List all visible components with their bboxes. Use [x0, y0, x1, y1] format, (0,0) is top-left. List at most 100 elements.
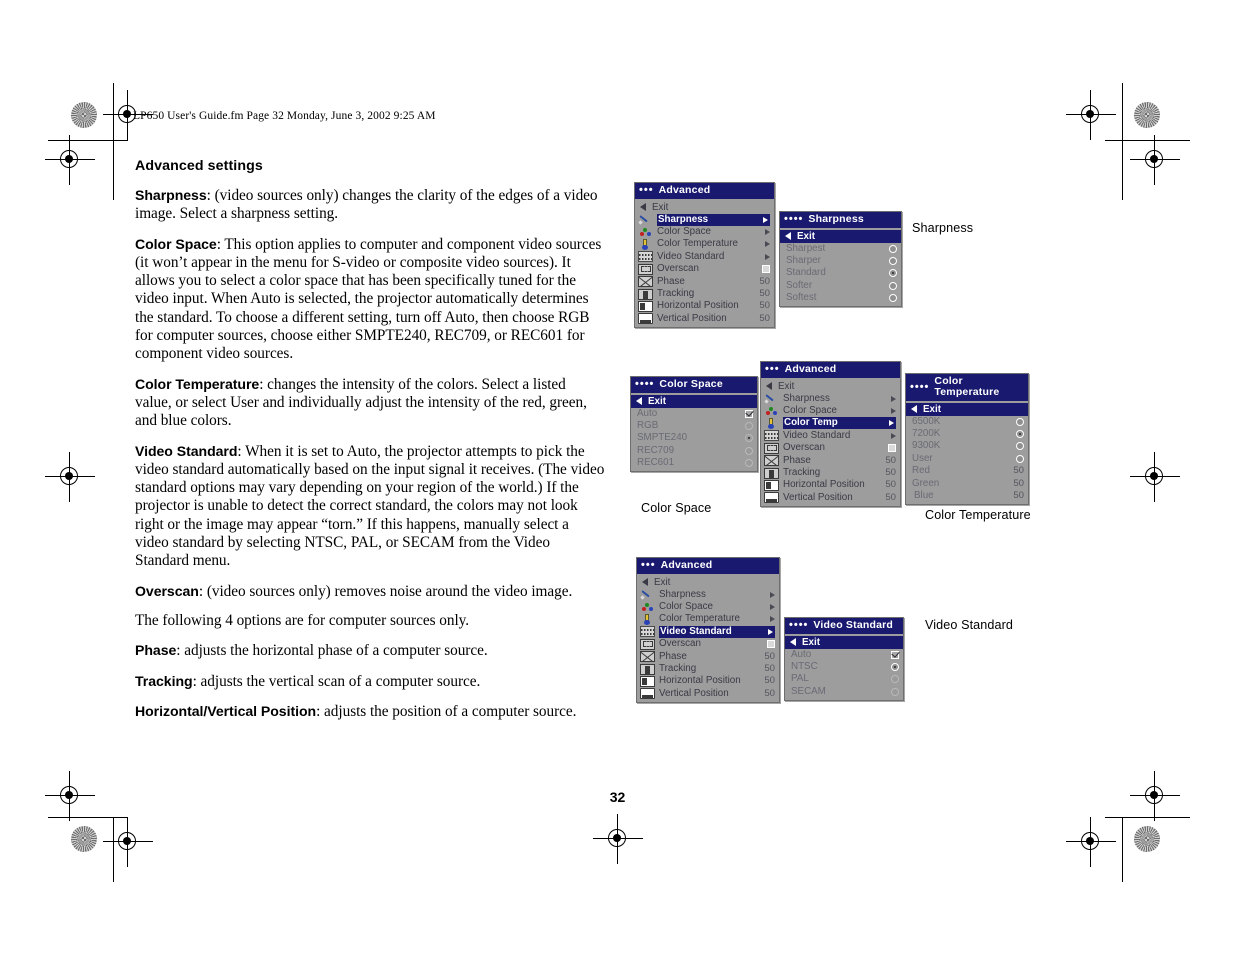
advanced-middle-exit-row[interactable]: Exit [761, 380, 900, 393]
video-standard-radio-pal[interactable] [891, 675, 899, 684]
video-standard-auto-checkbox[interactable] [891, 650, 899, 659]
color-temperature-option-user[interactable]: User [906, 453, 1028, 465]
advanced-middle-item-horizontal-position[interactable]: Horizontal Position 50 [761, 479, 900, 491]
text-hv-position: : adjusts the position of a computer sou… [316, 702, 577, 720]
color-space-menu[interactable]: •••• Color Space Exit Auto RGB SMPTE240 … [630, 376, 758, 473]
overscan-checkbox[interactable] [888, 444, 896, 453]
color-space-radio-smpte240[interactable] [745, 434, 753, 443]
advanced-middle-item-color-temp[interactable]: Color Temp [761, 417, 900, 430]
color-space-radio-rec709[interactable] [745, 446, 753, 455]
color-temperature-radio-9300k[interactable] [1016, 442, 1024, 451]
sharpness-option-sharpest[interactable]: Sharpest [780, 243, 901, 255]
sharpness-radio-softer[interactable] [889, 281, 897, 290]
advanced-top-item-overscan[interactable]: Overscan [635, 263, 774, 275]
advanced-middle-item-phase[interactable]: Phase 50 [761, 454, 900, 467]
color-temperature-option-7200k[interactable]: 7200K [906, 428, 1028, 440]
color-temperature-slider-green[interactable]: Green 50 [906, 477, 1028, 489]
color-space-option-rec709[interactable]: REC709 [631, 445, 757, 457]
color-space-radio-rec601[interactable] [745, 459, 753, 468]
advanced-menu-bottom[interactable]: ••• Advanced Exit Sharpness Color Space … [636, 557, 780, 704]
advanced-bottom-item-vertical-position[interactable]: Vertical Position 50 [637, 688, 779, 700]
sharpness-radio-softest[interactable] [889, 294, 897, 303]
advanced-middle-item-color-space[interactable]: Color Space [761, 405, 900, 417]
color-temperature-slider-blue[interactable]: Blue 50 [906, 490, 1028, 502]
video-standard-exit-row[interactable]: Exit [785, 636, 903, 649]
advanced-bottom-item-tracking[interactable]: Tracking 50 [637, 663, 779, 675]
color-space-radio-rgb[interactable] [745, 422, 753, 431]
advanced-top-item-color-temperature[interactable]: Color Temperature [635, 238, 774, 250]
advanced-bottom-item-video-standard[interactable]: Video Standard [637, 625, 779, 638]
color-temperature-radio-user[interactable] [1016, 454, 1024, 463]
sharpness-option-softest[interactable]: Softest [780, 292, 901, 304]
sharpness-radio-sharpest[interactable] [889, 244, 897, 253]
submenu-arrow-icon [770, 591, 775, 598]
color-temperature-radio-6500k[interactable] [1016, 417, 1024, 426]
advanced-top-item-video-standard[interactable]: Video Standard [635, 251, 774, 263]
advanced-top-exit-row[interactable]: Exit [635, 201, 774, 214]
color-space-option-auto[interactable]: Auto [631, 408, 757, 420]
text-video-standard: : When it is set to Auto, the projector … [135, 442, 605, 570]
sharpness-option-sharper[interactable]: Sharper [780, 255, 901, 267]
color-space-auto-checkbox[interactable] [745, 409, 753, 418]
color-space-exit-row[interactable]: Exit [631, 395, 757, 408]
advanced-bottom-item-phase[interactable]: Phase 50 [637, 650, 779, 663]
advanced-menu-middle[interactable]: ••• Advanced Exit Sharpness Color Space … [760, 361, 901, 508]
color-space-option-rec601-label: REC601 [637, 457, 675, 469]
video-standard-option-secam[interactable]: SECAM [785, 686, 903, 698]
color-temperature-menu[interactable]: •••• Color Temperature Exit 6500K 7200K … [905, 373, 1029, 506]
overscan-checkbox[interactable] [762, 265, 770, 274]
advanced-middle-item-video-standard[interactable]: Video Standard [761, 430, 900, 442]
sharpness-option-standard[interactable]: Standard [780, 267, 901, 279]
registration-mark-right-middle [1130, 452, 1180, 502]
video-standard-radio-ntsc[interactable] [891, 663, 899, 672]
advanced-bottom-item-horizontal-position[interactable]: Horizontal Position 50 [637, 675, 779, 687]
color-temperature-option-6500k[interactable]: 6500K [906, 416, 1028, 428]
advanced-bottom-item-overscan[interactable]: Overscan [637, 638, 779, 650]
advanced-middle-vertical-position-label: Vertical Position [783, 491, 853, 503]
sharpness-option-softer[interactable]: Softer [780, 280, 901, 292]
advanced-top-item-color-space[interactable]: Color Space [635, 226, 774, 238]
sharpness-radio-standard[interactable] [889, 269, 897, 278]
color-temperature-radio-7200k[interactable] [1016, 430, 1024, 439]
registration-mark-bottom-center-right [1066, 817, 1116, 867]
top-left-rule [48, 140, 128, 141]
sharpness-menu[interactable]: •••• Sharpness Exit Sharpest Sharper Sta… [779, 211, 902, 308]
advanced-bottom-item-color-space[interactable]: Color Space [637, 601, 779, 613]
video-standard-menu[interactable]: •••• Video Standard Exit Auto NTSC PAL S… [784, 617, 904, 702]
color-temperature-option-9300k[interactable]: 9300K [906, 440, 1028, 452]
advanced-menu-top[interactable]: ••• Advanced Exit Sharpness Color Space … [634, 182, 775, 329]
color-temperature-slider-red[interactable]: Red 50 [906, 465, 1028, 477]
sharpness-exit-row[interactable]: Exit [780, 230, 901, 243]
advanced-top-item-sharpness[interactable]: Sharpness [635, 213, 774, 226]
advanced-bottom-item-color-temperature[interactable]: Color Temperature [637, 613, 779, 625]
advanced-top-item-tracking[interactable]: Tracking 50 [635, 288, 774, 300]
color-space-option-smpte240[interactable]: SMPTE240 [631, 432, 757, 444]
video-standard-option-ntsc[interactable]: NTSC [785, 661, 903, 673]
sharpness-exit-label: Exit [797, 230, 815, 242]
color-temperature-green-value: 50 [1013, 477, 1024, 489]
video-standard-option-auto[interactable]: Auto [785, 649, 903, 661]
video-standard-exit-label: Exit [802, 636, 820, 648]
advanced-bottom-item-sharpness[interactable]: Sharpness [637, 589, 779, 601]
sharpness-menu-titlebar: •••• Sharpness [780, 212, 901, 228]
color-temperature-option-6500k-label: 6500K [912, 415, 941, 427]
advanced-top-item-phase[interactable]: Phase 50 [635, 275, 774, 288]
advanced-top-item-vertical-position[interactable]: Vertical Position 50 [635, 313, 774, 325]
overscan-checkbox[interactable] [767, 640, 775, 649]
advanced-middle-item-overscan[interactable]: Overscan [761, 442, 900, 454]
advanced-middle-item-tracking[interactable]: Tracking 50 [761, 467, 900, 479]
advanced-bottom-exit-row[interactable]: Exit [637, 576, 779, 589]
color-temperature-exit-row[interactable]: Exit [906, 403, 1028, 416]
video-standard-option-pal[interactable]: PAL [785, 673, 903, 685]
sharpness-radio-sharper[interactable] [889, 257, 897, 266]
h-position-icon [764, 479, 779, 491]
advanced-middle-item-vertical-position[interactable]: Vertical Position 50 [761, 492, 900, 504]
advanced-middle-item-sharpness[interactable]: Sharpness [761, 393, 900, 405]
advanced-bottom-vertical-position-value: 50 [764, 687, 775, 699]
advanced-top-item-horizontal-position[interactable]: Horizontal Position 50 [635, 300, 774, 312]
color-space-option-rgb[interactable]: RGB [631, 420, 757, 432]
tracking-icon [638, 288, 653, 300]
advanced-bottom-overscan-label: Overscan [659, 638, 701, 650]
video-standard-radio-secam[interactable] [891, 687, 899, 696]
color-space-option-rec601[interactable]: REC601 [631, 457, 757, 469]
